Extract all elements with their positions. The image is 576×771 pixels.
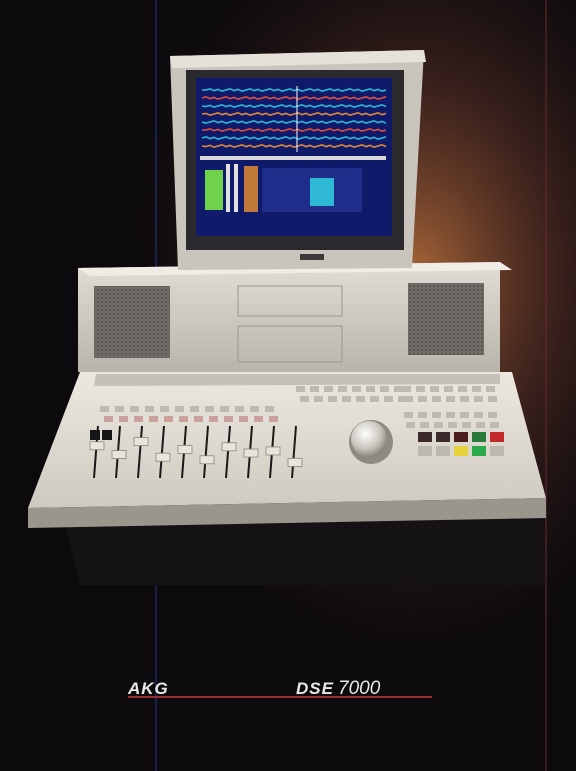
screen-orange-panel xyxy=(244,166,258,212)
deck-key xyxy=(134,416,143,422)
deck-key xyxy=(250,406,259,412)
deck-key xyxy=(239,416,248,422)
deck-key xyxy=(432,412,441,418)
fader-cap xyxy=(133,437,149,447)
deck-key xyxy=(418,412,427,418)
deck-key xyxy=(328,396,337,402)
deck-key xyxy=(235,406,244,412)
deck-key xyxy=(190,406,199,412)
deck-key xyxy=(130,406,139,412)
deck-key xyxy=(205,406,214,412)
photo-svg: AKG DSE 7000 xyxy=(0,0,576,771)
brand-name: AKG xyxy=(127,679,169,698)
fader-cap xyxy=(199,455,215,465)
fader-cap xyxy=(89,441,105,451)
deck-key xyxy=(488,396,497,402)
deck-key xyxy=(418,396,427,402)
deck-key xyxy=(432,396,441,402)
deck-key xyxy=(474,396,483,402)
deck-key xyxy=(324,386,333,392)
control-deck xyxy=(28,372,546,528)
fader-cap xyxy=(243,448,259,458)
deck-key xyxy=(314,396,323,402)
model-prefix: DSE xyxy=(296,679,334,698)
deck-key xyxy=(460,412,469,418)
fader-cap xyxy=(265,446,281,456)
deck-key xyxy=(209,416,218,422)
screen-divider xyxy=(200,156,386,160)
deck-key xyxy=(474,412,483,418)
deck-key xyxy=(224,416,233,422)
deck-key xyxy=(402,386,411,392)
fader-cap xyxy=(155,452,171,462)
deck-key xyxy=(420,422,429,428)
deck-key xyxy=(254,416,263,422)
deck-key xyxy=(356,396,365,402)
screen-bar xyxy=(234,164,238,212)
speaker-grille-icon xyxy=(408,283,484,355)
deck-key xyxy=(310,386,319,392)
fader-cap xyxy=(287,457,303,467)
deck-key xyxy=(458,386,467,392)
deck-key xyxy=(265,406,274,412)
deck-key xyxy=(472,386,481,392)
deck-key xyxy=(300,396,309,402)
deck-key xyxy=(460,396,469,402)
deck-key xyxy=(406,422,415,428)
monitor-badge xyxy=(300,254,324,260)
deck-key xyxy=(394,386,403,392)
speaker-grille-icon xyxy=(94,286,170,358)
deck-key xyxy=(488,412,497,418)
deck-key xyxy=(175,406,184,412)
deck-key xyxy=(296,386,305,392)
deck-key xyxy=(404,396,413,402)
deck-key xyxy=(269,416,278,422)
fader-cap xyxy=(111,450,127,460)
deck-key xyxy=(476,422,485,428)
deck-key xyxy=(446,396,455,402)
deck-key xyxy=(149,416,158,422)
deck-key xyxy=(145,406,154,412)
fader-cap xyxy=(221,442,237,452)
deck-key xyxy=(119,416,128,422)
deck-key xyxy=(220,406,229,412)
deck-key xyxy=(100,406,109,412)
deck-key xyxy=(352,386,361,392)
screen-dialog xyxy=(310,178,334,206)
deck-key xyxy=(164,416,173,422)
red-streak xyxy=(545,0,547,771)
deck-key xyxy=(104,416,113,422)
deck-key xyxy=(434,422,443,428)
deck-key xyxy=(462,422,471,428)
deck-key xyxy=(194,416,203,422)
product-photo: AKG DSE 7000 xyxy=(0,0,576,771)
deck-key xyxy=(160,406,169,412)
deck-key xyxy=(444,386,453,392)
deck-key xyxy=(342,396,351,402)
deck-key xyxy=(366,386,375,392)
deck-key xyxy=(179,416,188,422)
deck-key xyxy=(448,422,457,428)
deck-key xyxy=(384,396,393,402)
deck-key xyxy=(370,396,379,402)
deck-key xyxy=(416,386,425,392)
deck-key xyxy=(486,386,495,392)
deck-key xyxy=(338,386,347,392)
screen-green-panel xyxy=(205,170,223,210)
jog-wheel-icon xyxy=(351,421,387,457)
deck-key xyxy=(430,386,439,392)
model-number: 7000 xyxy=(338,678,381,699)
deck-key xyxy=(404,412,413,418)
deck-key xyxy=(380,386,389,392)
monitor xyxy=(170,50,426,270)
fader-cap xyxy=(177,444,193,454)
deck-key xyxy=(446,412,455,418)
screen-bar xyxy=(226,164,230,212)
deck-key xyxy=(115,406,124,412)
console-body xyxy=(78,262,512,372)
deck-key xyxy=(490,422,499,428)
